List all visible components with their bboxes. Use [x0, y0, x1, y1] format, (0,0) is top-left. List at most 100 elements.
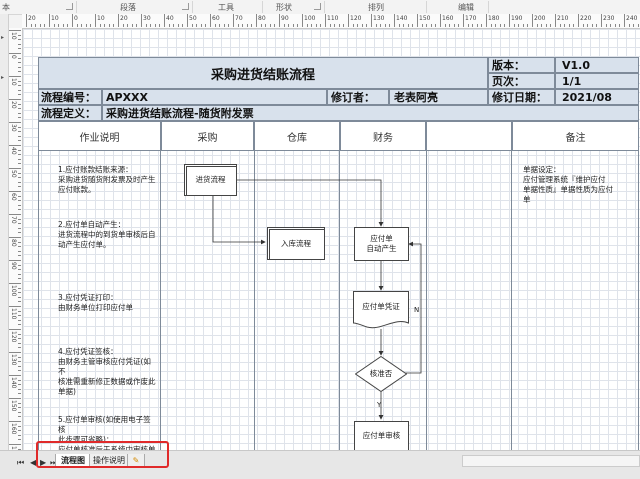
ruler-tick: [486, 14, 487, 27]
ribbon-separator: [76, 1, 77, 13]
ruler-label: 80: [10, 239, 17, 247]
ruler-tick: [9, 191, 21, 192]
ruler-tick: [18, 407, 21, 409]
paragraph-dialog-launcher-icon[interactable]: [182, 3, 189, 10]
ruler-label: 140: [396, 15, 408, 22]
ribbon-group-arrange[interactable]: 排列: [368, 2, 384, 13]
ruler-tick: [18, 209, 21, 211]
ruler-label: 220: [580, 15, 592, 22]
ruler-label: 10: [51, 15, 59, 22]
ruler-label: 200: [534, 15, 546, 22]
stock-in-process-shape[interactable]: 进货流程: [184, 164, 237, 196]
ruler-tick: [18, 34, 21, 36]
ap-auto-create-shape[interactable]: 应付单 自动产生: [354, 227, 409, 261]
ruler-tick: [127, 24, 129, 27]
ruler-tick: [430, 24, 432, 27]
ruler-tick: [559, 24, 561, 27]
ruler-tick: [610, 24, 612, 27]
shapes-panel-edge[interactable]: ▸ ▸: [0, 14, 9, 450]
ruler-tick: [18, 218, 21, 220]
ruler-tick: [228, 24, 230, 27]
ruler-tick: [18, 149, 21, 151]
ruler-tick: [9, 421, 21, 422]
ruler-tick: [9, 76, 21, 77]
ruler-tick: [9, 99, 21, 100]
ruler-label: 170: [465, 15, 477, 22]
ruler-tick: [18, 342, 21, 344]
ruler-tick: [81, 24, 83, 27]
ruler-tick: [18, 89, 21, 91]
ruler-tick: [256, 14, 257, 27]
ruler-tick: [18, 158, 21, 160]
ruler-tick: [499, 24, 501, 27]
ruler-tick: [481, 24, 483, 27]
warehouse-in-process-shape[interactable]: 入库流程: [267, 227, 325, 260]
ruler-label: 120: [350, 15, 362, 22]
ruler-tick: [168, 24, 170, 27]
ribbon-group-paragraph[interactable]: 段落: [120, 2, 136, 13]
ruler-label: 80: [258, 15, 266, 22]
ruler-tick: [242, 24, 244, 27]
first-page-icon[interactable]: ⏮: [17, 458, 24, 468]
ruler-tick: [141, 14, 142, 27]
ribbon-group-edit[interactable]: 编辑: [458, 2, 474, 13]
ap-review-shape[interactable]: 应付单审核: [354, 421, 409, 450]
ruler-tick: [315, 24, 317, 27]
ruler-tick: [18, 223, 21, 225]
ruler-tick: [9, 352, 21, 353]
shape-dialog-launcher-icon[interactable]: [314, 3, 321, 10]
ruler-tick: [9, 283, 21, 284]
ruler-tick: [18, 264, 21, 266]
ruler-tick: [596, 24, 598, 27]
ruler-tick: [18, 177, 21, 179]
ruler-tick: [95, 14, 96, 27]
ruler-tick: [426, 24, 428, 27]
ruler-tick: [555, 14, 556, 27]
ruler-tick: [39, 24, 41, 27]
ruler-label: 150: [419, 15, 431, 22]
vertical-ruler[interactable]: 10 0 10 20 30 40 50 60 70 80 90 100 110 120 130 140 150 1…: [9, 28, 23, 450]
ruler-tick: [159, 24, 161, 27]
ruler-tick: [587, 24, 589, 27]
ruler-tick: [18, 131, 21, 133]
ruler-tick: [18, 80, 21, 82]
ruler-tick: [108, 24, 110, 27]
ribbon-group-shape[interactable]: 形状: [276, 2, 292, 13]
ruler-tick: [9, 444, 21, 445]
ruler-tick: [18, 186, 21, 188]
ruler-tick: [348, 14, 349, 27]
font-dialog-launcher-icon[interactable]: [66, 3, 73, 10]
ruler-label: 110: [327, 15, 339, 22]
ruler-tick: [18, 94, 21, 96]
ruler-tick: [18, 434, 21, 436]
ribbon-group-tools[interactable]: 工具: [218, 2, 234, 13]
horizontal-ruler[interactable]: 20 10 0 10 20 30 40 50 60 70 80 90 100 110 120 130 140 15…: [22, 14, 640, 29]
connector-stock-to-ap: [237, 179, 384, 227]
approve-decision-label: 核准否: [369, 369, 393, 378]
ruler-tick: [518, 24, 520, 27]
ruler-tick: [9, 237, 21, 238]
ruler-label: 70: [10, 216, 17, 224]
ruler-tick: [325, 14, 326, 27]
ruler-tick: [18, 103, 21, 105]
ruler-tick: [154, 24, 156, 27]
ruler-label: 90: [281, 15, 289, 22]
ribbon-group-font[interactable]: 本: [2, 2, 10, 13]
ruler-tick: [297, 24, 299, 27]
ruler-label: 150: [10, 400, 17, 412]
ruler-label: 110: [10, 308, 17, 320]
ruler-label: 20: [120, 15, 128, 22]
ruler-tick: [9, 30, 21, 31]
panel-arrow-icon[interactable]: ▸: [1, 34, 4, 41]
ruler-tick: [18, 227, 21, 229]
ruler-label: 10: [97, 15, 105, 22]
ruler-tick: [113, 24, 115, 27]
drawing-canvas[interactable]: 采购进货结账流程 版本： V1.0 页次： 1/1 流程编号： APXXX 修订…: [23, 29, 640, 450]
ruler-tick: [9, 329, 21, 330]
panel-arrow-icon[interactable]: ▸: [1, 74, 4, 81]
ruler-tick: [173, 24, 175, 27]
ruler-tick: [214, 24, 216, 27]
horizontal-scrollbar[interactable]: [462, 455, 640, 467]
ruler-tick: [18, 140, 21, 142]
ruler-tick: [412, 24, 414, 27]
